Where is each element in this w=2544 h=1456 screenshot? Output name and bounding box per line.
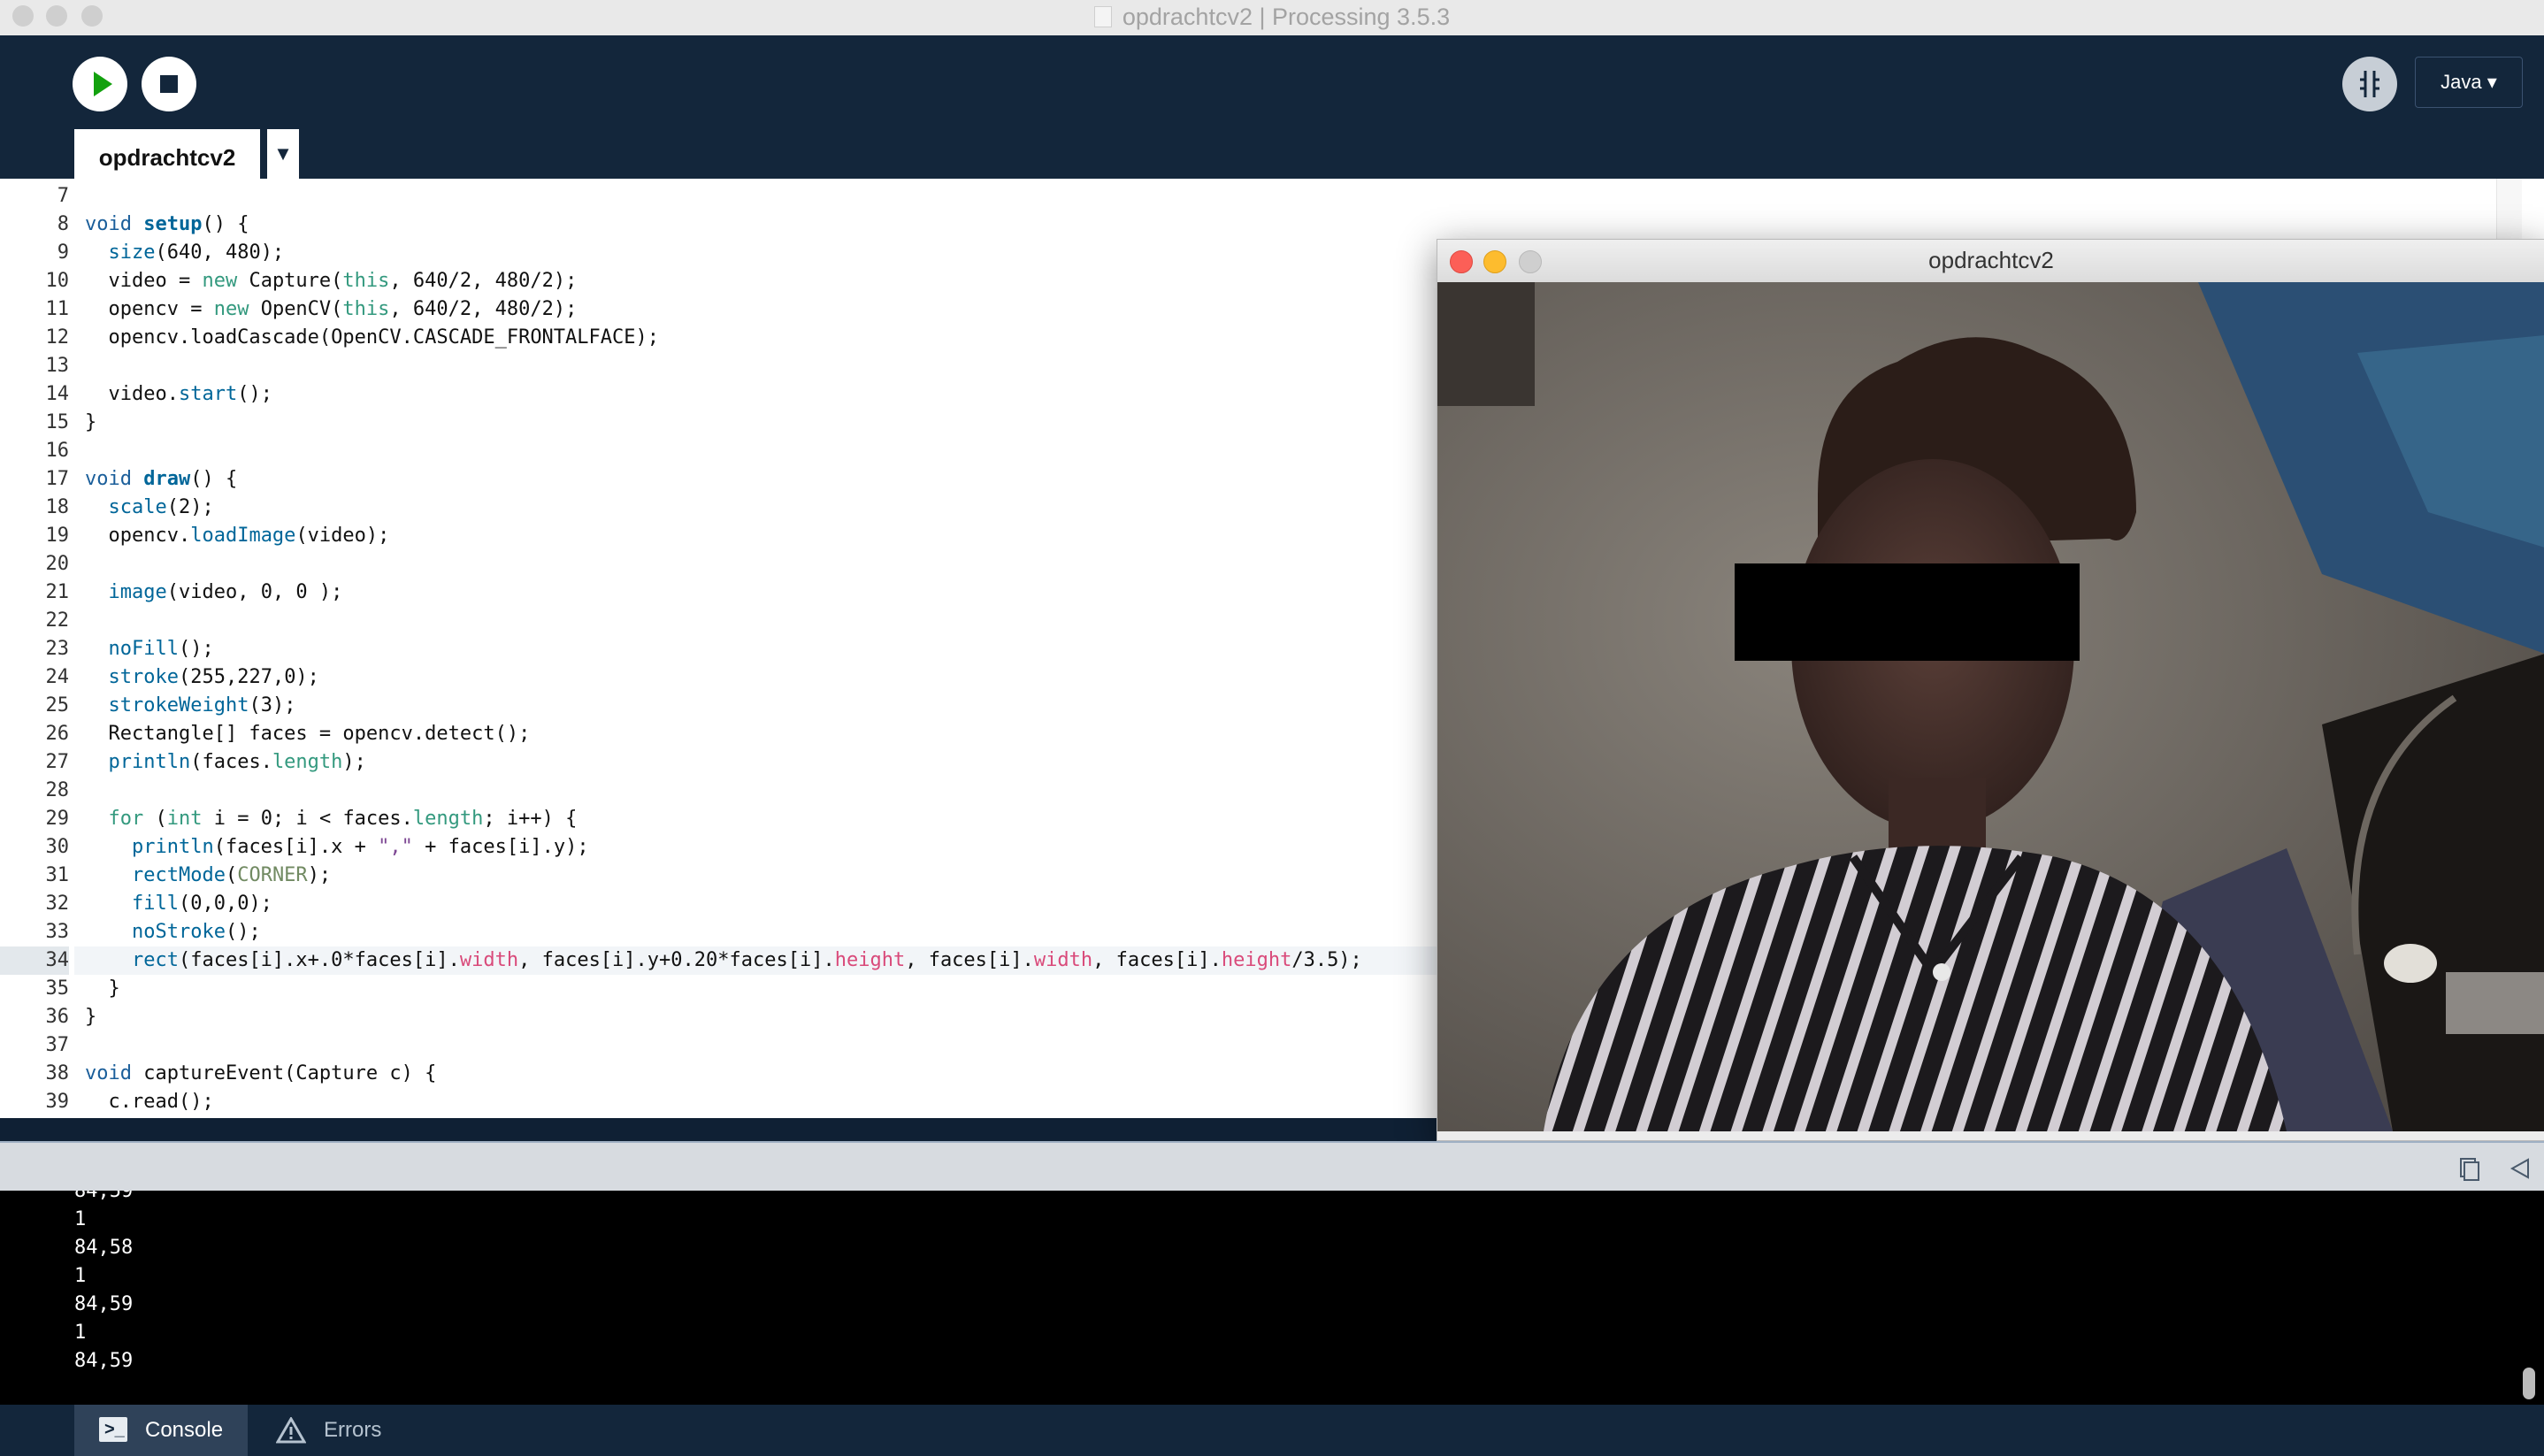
code-line[interactable]: scale(2); (85, 494, 214, 522)
code-line[interactable]: } (85, 975, 119, 1003)
webcam-image (1437, 282, 2544, 1131)
line-number: 32 (45, 893, 70, 915)
line-number-gutter: 7 8 9 10 11 12 13 14 15 16 17 18 19 20 21 22 23 24 25 26 27 2… (0, 179, 74, 1118)
line-number: 30 (45, 836, 70, 858)
console-line: 1 (74, 1208, 87, 1230)
line-number: 22 (45, 609, 70, 632)
line-number: 17 (45, 468, 70, 490)
code-line[interactable]: c.read(); (85, 1088, 213, 1116)
console-header-bar (0, 1141, 2544, 1192)
line-number: 15 (45, 411, 70, 433)
code-line[interactable]: stroke(255,227,0); (85, 663, 319, 692)
code-line[interactable]: void setup() { (85, 211, 249, 239)
line-number: 8 (57, 213, 69, 235)
console-scrollbar[interactable] (2517, 1191, 2542, 1405)
line-number: 35 (45, 977, 70, 1000)
line-number: 26 (45, 723, 70, 745)
collapse-console-icon[interactable] (2509, 1157, 2532, 1180)
code-line[interactable]: for (int i = 0; i < faces.length; i++) { (85, 805, 578, 833)
code-line[interactable]: noStroke(); (85, 918, 261, 946)
line-number: 29 (45, 808, 70, 830)
code-line[interactable]: rectMode(CORNER); (85, 862, 331, 890)
line-number: 7 (57, 185, 69, 207)
window-title-text: opdrachtcv2 | Processing 3.5.3 (1122, 4, 1451, 30)
line-number: 11 (45, 298, 70, 320)
play-icon (94, 72, 112, 96)
code-line[interactable]: opencv.loadImage(video); (85, 522, 389, 550)
line-number: 19 (45, 525, 70, 547)
line-number: 27 (45, 751, 70, 773)
tab-opdrachtcv2[interactable]: opdrachtcv2 (74, 129, 260, 182)
code-line[interactable]: println(faces[i].x + "," + faces[i].y); (85, 833, 589, 862)
debugger-button[interactable] (2342, 57, 2397, 111)
tab-menu-button[interactable]: ▼ (267, 129, 299, 179)
line-number: 23 (45, 638, 70, 660)
console-line: 84,58 (74, 1237, 134, 1259)
window-titlebar: opdrachtcv2 | Processing 3.5.3 (0, 0, 2544, 36)
code-line[interactable]: } (85, 1003, 96, 1031)
code-line[interactable]: strokeWeight(3); (85, 692, 296, 720)
code-line[interactable]: video = new Capture(this, 640/2, 480/2); (85, 267, 577, 295)
mode-selector[interactable]: Java ▾ (2415, 57, 2523, 108)
code-line[interactable]: println(faces.length); (85, 748, 366, 777)
tab-errors[interactable]: Errors (257, 1405, 407, 1456)
line-number: 34 (0, 946, 69, 975)
line-number: 38 (45, 1062, 70, 1084)
warning-icon (276, 1417, 306, 1444)
console-line: 1 (74, 1265, 87, 1287)
console-line: 84,59 (74, 1350, 134, 1372)
line-number: 37 (45, 1034, 70, 1056)
console-line: 84,59 (74, 1191, 134, 1202)
code-line[interactable]: } (85, 409, 96, 437)
bottom-tab-bar: >_ Console Errors (0, 1405, 2544, 1456)
line-number: 39 (45, 1091, 70, 1113)
line-number: 31 (45, 864, 70, 886)
code-line[interactable]: opencv.loadCascade(OpenCV.CASCADE_FRONTA… (85, 324, 659, 352)
line-number: 14 (45, 383, 70, 405)
line-number: 33 (45, 921, 70, 943)
window-title: opdrachtcv2 | Processing 3.5.3 (0, 4, 2544, 31)
sketch-titlebar: opdrachtcv2 (1437, 240, 2544, 283)
console-output: 84,59 1 84,58 1 84,59 1 84,59 (0, 1191, 2544, 1405)
code-line[interactable]: fill(0,0,0); (85, 890, 272, 918)
line-number: 16 (45, 440, 70, 462)
sketch-window: opdrachtcv2 (1437, 239, 2544, 1141)
line-number: 9 (57, 241, 69, 264)
document-icon (1093, 6, 1112, 27)
debug-icon (2360, 71, 2379, 97)
code-line[interactable]: opencv = new OpenCV(this, 640/2, 480/2); (85, 295, 577, 324)
line-number: 13 (45, 355, 70, 377)
console-scroll-thumb[interactable] (2523, 1368, 2535, 1399)
stop-button[interactable] (142, 57, 196, 111)
copy-icon[interactable] (2456, 1155, 2482, 1182)
console-tab-label: Console (145, 1418, 224, 1442)
console-line: 1 (74, 1322, 87, 1344)
code-line[interactable]: image(video, 0, 0 ); (85, 579, 343, 607)
run-button[interactable] (73, 57, 127, 111)
tab-console[interactable]: >_ Console (74, 1405, 248, 1456)
line-number: 18 (45, 496, 70, 518)
webcam-video-frame (1437, 282, 2544, 1131)
console-line: 84,59 (74, 1293, 134, 1315)
code-line[interactable]: video.start(); (85, 380, 272, 409)
sketch-title: opdrachtcv2 (1928, 247, 2054, 273)
line-number: 28 (45, 779, 70, 801)
code-line[interactable]: void captureEvent(Capture c) { (85, 1060, 436, 1088)
terminal-icon: >_ (99, 1417, 127, 1442)
line-number: 25 (45, 694, 70, 717)
line-number: 24 (45, 666, 70, 688)
code-line[interactable]: Rectangle[] faces = opencv.detect(); (85, 720, 530, 748)
line-number: 12 (45, 326, 70, 349)
code-line[interactable]: size(640, 480); (85, 239, 285, 267)
line-number: 10 (45, 270, 70, 292)
line-number: 20 (45, 553, 70, 575)
line-number: 21 (45, 581, 70, 603)
code-line[interactable]: void draw() { (85, 465, 237, 494)
toolbar: Java ▾ opdrachtcv2 ▼ (0, 35, 2544, 182)
line-number: 36 (45, 1006, 70, 1028)
errors-tab-label: Errors (324, 1418, 382, 1442)
stop-icon (160, 75, 178, 93)
code-line[interactable]: noFill(); (85, 635, 214, 663)
